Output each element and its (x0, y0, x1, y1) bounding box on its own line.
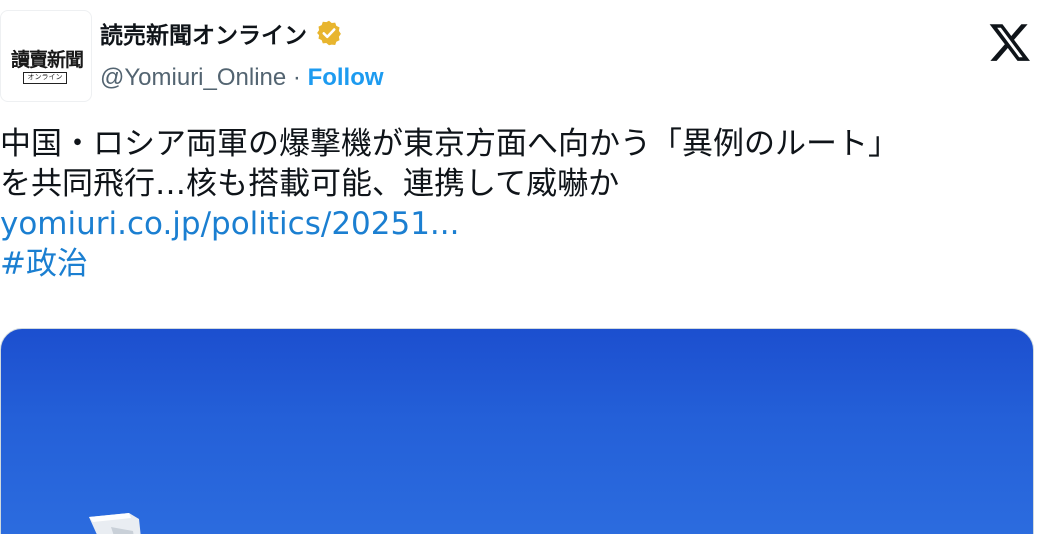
tweet-text-line-1: 中国・ロシア両軍の爆撃機が東京方面へ向かう「異例のルート」 (0, 126, 899, 162)
display-name[interactable]: 読売新聞オンライン (100, 16, 307, 50)
avatar[interactable]: 讀賣新聞 オンライン (0, 10, 92, 102)
verified-badge-icon (317, 20, 341, 46)
tweet-header: 讀賣新聞 オンライン 読売新聞オンライン @Yomiuri_Online · F… (0, 6, 1038, 102)
separator-dot: · (286, 64, 308, 91)
x-logo-icon[interactable] (988, 20, 1032, 64)
handle[interactable]: @Yomiuri_Online (100, 64, 286, 91)
avatar-logo-subtext: オンライン (23, 72, 67, 84)
name-row: 読売新聞オンライン (100, 16, 343, 50)
tweet-embed-card: 讀賣新聞 オンライン 読売新聞オンライン @Yomiuri_Online · F… (0, 0, 1038, 534)
follow-button[interactable]: Follow (308, 64, 384, 91)
tweet-text: 中国・ロシア両軍の爆撃機が東京方面へ向かう「異例のルート」 を共同飛行…核も搭載… (0, 124, 1038, 284)
handle-row: @Yomiuri_Online · Follow (100, 64, 384, 92)
tweet-text-line-2: を共同飛行…核も搭載可能、連携して威嚇か (0, 166, 620, 202)
avatar-logo-text: 讀賣新聞 (10, 49, 84, 71)
article-link[interactable]: yomiuri.co.jp/politics/20251... (0, 204, 1038, 244)
tweet-media-image[interactable] (0, 328, 1034, 534)
hashtag-link[interactable]: #政治 (0, 244, 1038, 284)
aircraft-wing-tip-graphic (89, 513, 141, 534)
